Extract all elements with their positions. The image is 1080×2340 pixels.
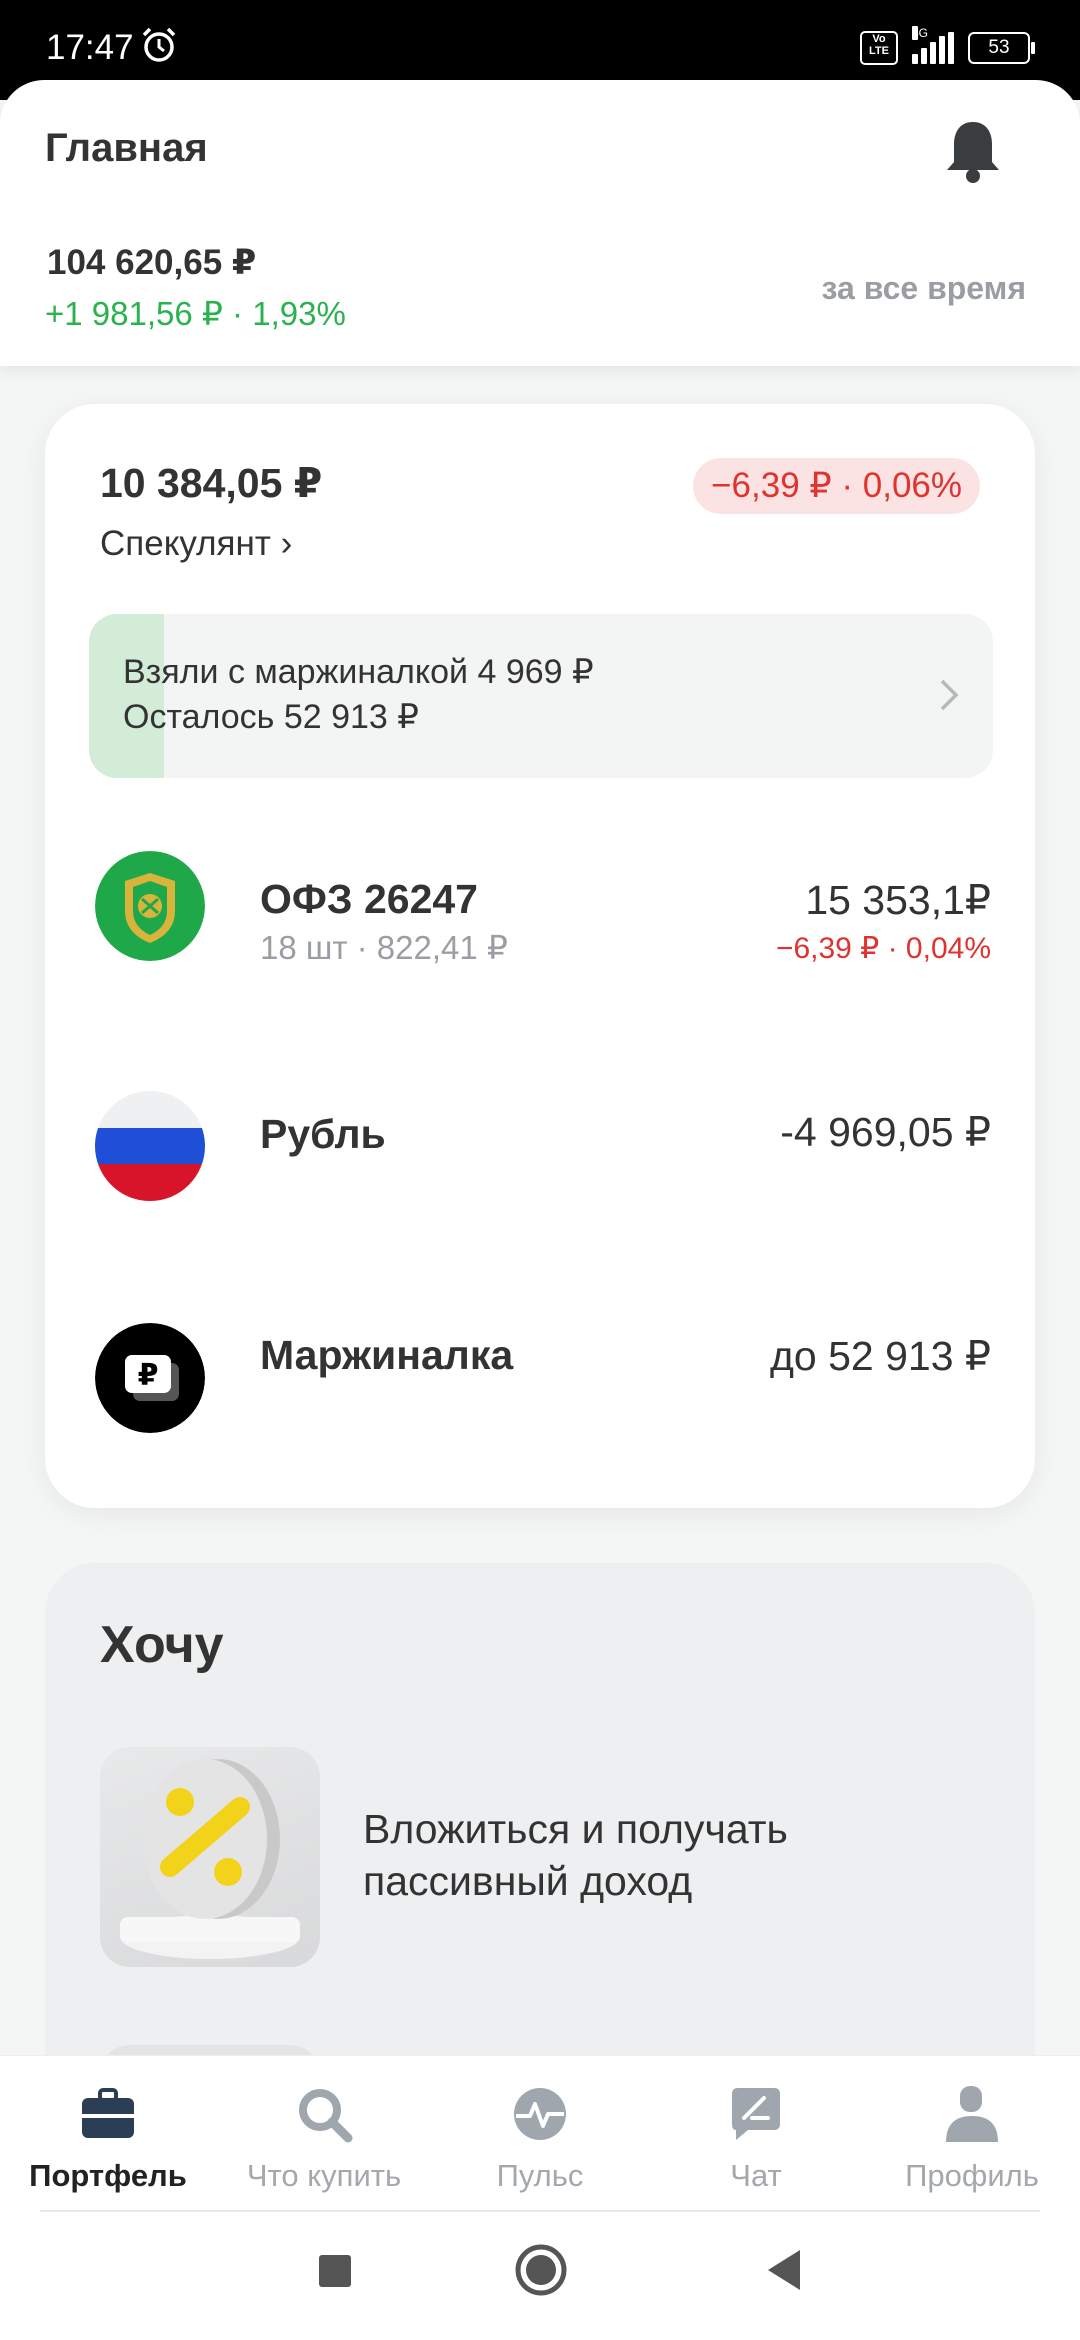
nav-label: Чат (730, 2158, 782, 2193)
header: Главная 104 620,65 ₽ +1 981,56 ₽ · 1,93%… (0, 80, 1080, 366)
want-section: Хочу Вложиться и получать пассивный дохо… (45, 1563, 1035, 2145)
nav-pulse[interactable]: Пульс (432, 2084, 648, 2194)
network-type: 4G (912, 26, 929, 40)
nav-label: Что купить (246, 2158, 402, 2193)
chevron-right-icon (940, 679, 959, 711)
asset-name: ОФЗ 26247 (260, 876, 478, 922)
search-icon (299, 2089, 353, 2143)
nav-label: Профиль (905, 2158, 1039, 2193)
period-selector[interactable]: за все время (822, 270, 1026, 307)
asset-row-margin[interactable]: ₽ Маржиналка до 52 913 ₽ (45, 1296, 1035, 1436)
system-navigation-bar (0, 2212, 1080, 2340)
asset-row-ruble[interactable]: Рубль -4 969,05 ₽ (45, 1064, 1035, 1204)
nav-label: Портфель (29, 2158, 187, 2193)
russia-flag-icon (95, 1091, 205, 1201)
margin-usage-bar (89, 614, 164, 778)
briefcase-icon (82, 2088, 134, 2138)
account-name-link[interactable]: Спекулянт › (100, 524, 292, 564)
status-time: 17:47 (46, 28, 134, 67)
account-card: 10 384,05 ₽ −6,39 ₽ · 0,06% Спекулянт › … (45, 404, 1035, 1508)
want-item-text[interactable]: Вложиться и получать пассивный доход (363, 1803, 963, 1907)
asset-row-ofz[interactable]: ОФЗ 26247 18 шт · 822,41 ₽ 15 353,1₽ −6,… (45, 824, 1035, 966)
recents-button-icon[interactable] (316, 2252, 354, 2290)
svg-text:₽: ₽ (138, 1358, 159, 1393)
nav-what-to-buy[interactable]: Что купить (216, 2084, 432, 2194)
ofz-emblem-icon (95, 851, 205, 961)
account-change-badge: −6,39 ₽ · 0,06% (693, 458, 980, 514)
asset-name: Рубль (260, 1111, 386, 1157)
percent-coin-icon[interactable] (100, 1747, 320, 1967)
margin-remaining-text: Осталось 52 913 ₽ (123, 698, 419, 736)
signal-icon: 4G (912, 26, 954, 64)
pulse-icon (514, 2088, 566, 2140)
back-button-icon[interactable] (764, 2248, 804, 2292)
nav-chat[interactable]: Чат (648, 2084, 864, 2194)
asset-amount: -4 969,05 ₽ (780, 1109, 991, 1155)
page-title: Главная (45, 126, 208, 170)
volte-icon: Vo LTE (860, 31, 898, 65)
nav-profile[interactable]: Профиль (864, 2084, 1080, 2194)
alarm-icon (142, 27, 176, 62)
asset-amount: 15 353,1₽ (805, 877, 991, 923)
asset-amount: до 52 913 ₽ (770, 1333, 991, 1379)
account-value: 10 384,05 ₽ (100, 460, 323, 506)
want-title: Хочу (100, 1616, 224, 1674)
asset-change: −6,39 ₽ · 0,04% (775, 932, 991, 965)
home-button-icon[interactable] (513, 2242, 569, 2298)
chat-icon (732, 2088, 780, 2140)
asset-name: Маржиналка (260, 1332, 514, 1378)
battery-icon: 53 (968, 32, 1035, 64)
status-icons: Vo LTE 4G 53 (860, 26, 1035, 68)
margin-taken-text: Взяли с маржиналкой 4 969 ₽ (123, 653, 594, 691)
bell-icon[interactable] (944, 118, 1002, 184)
nav-portfolio[interactable]: Портфель (0, 2084, 216, 2194)
margin-ruble-icon: ₽ (95, 1323, 205, 1433)
profile-icon (946, 2086, 998, 2142)
portfolio-total-value: 104 620,65 ₽ (47, 243, 257, 282)
asset-quantity: 18 шт · 822,41 ₽ (260, 929, 508, 966)
portfolio-total-change: +1 981,56 ₽ · 1,93% (45, 295, 346, 332)
nav-label: Пульс (496, 2158, 584, 2193)
bottom-nav: Портфель Что купить Пульс Чат Профиль (0, 2055, 1080, 2212)
margin-banner[interactable]: Взяли с маржиналкой 4 969 ₽ Осталось 52 … (89, 614, 993, 778)
